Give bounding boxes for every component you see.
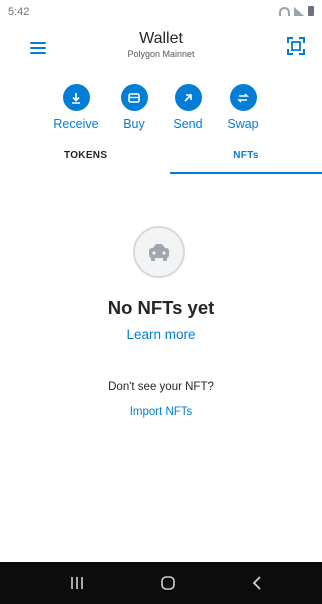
network-name[interactable]: Polygon Mainnet	[0, 49, 322, 59]
back-icon[interactable]	[250, 575, 264, 591]
receive-label: Receive	[53, 117, 99, 131]
asset-tabs: TOKENS NFTs	[0, 145, 322, 175]
status-time: 5:42	[8, 6, 30, 18]
active-tab-indicator	[170, 172, 322, 174]
swap-button[interactable]: Swap	[220, 84, 266, 131]
empty-state-hint: Don't see your NFT?	[108, 381, 214, 393]
download-icon	[62, 84, 90, 111]
nft-placeholder-icon	[133, 226, 185, 278]
page-title: Wallet	[139, 30, 183, 47]
home-icon[interactable]	[160, 575, 176, 591]
card-icon	[120, 84, 148, 111]
title-block: Wallet Polygon Mainnet	[0, 30, 322, 59]
learn-more-link[interactable]: Learn more	[0, 327, 322, 342]
buy-label: Buy	[123, 117, 145, 131]
swap-label: Swap	[227, 117, 259, 131]
import-nfts-link[interactable]: Import NFTs	[0, 406, 322, 418]
battery-icon	[308, 6, 314, 16]
swap-icon	[229, 84, 257, 111]
send-button[interactable]: Send	[165, 84, 211, 131]
recent-apps-icon[interactable]	[70, 575, 84, 591]
wifi-icon	[279, 6, 290, 16]
send-label: Send	[173, 117, 203, 131]
system-nav-bar	[0, 562, 322, 604]
scan-icon[interactable]	[286, 36, 306, 56]
tab-nfts[interactable]: NFTs	[170, 145, 322, 175]
empty-state-title: No NFTs yet	[107, 297, 215, 318]
action-buttons: Receive Buy Send Swap	[53, 84, 266, 131]
wallet-header: Wallet Polygon Mainnet	[0, 24, 322, 70]
status-bar: 5:42	[0, 0, 322, 24]
arrow-up-right-icon	[174, 84, 202, 111]
tab-tokens[interactable]: TOKENS	[14, 145, 166, 175]
receive-button[interactable]: Receive	[48, 84, 104, 131]
status-icons	[279, 6, 314, 16]
buy-button[interactable]: Buy	[111, 84, 157, 131]
signal-icon	[294, 6, 304, 16]
